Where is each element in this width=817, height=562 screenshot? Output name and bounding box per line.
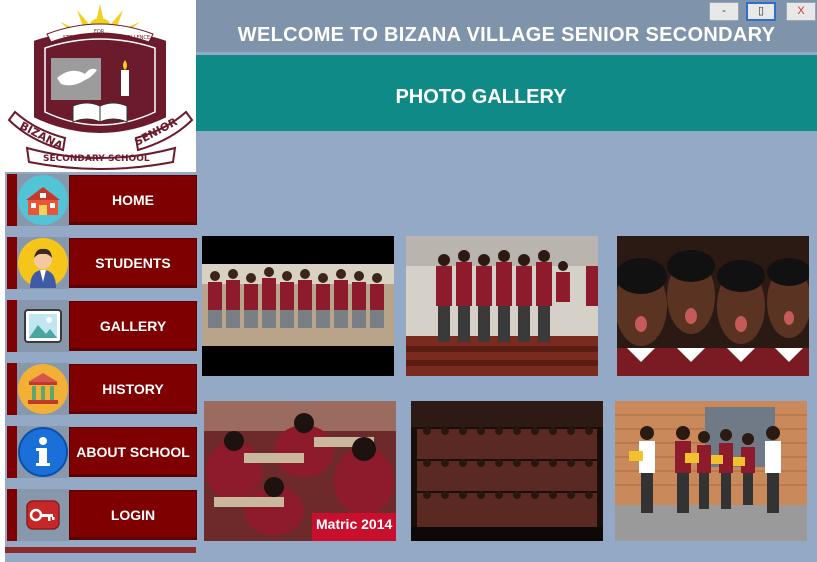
logo-motto-mid: FOR [94, 29, 105, 35]
nav-item-students[interactable]: STUDENTS [7, 237, 197, 289]
nav-icon-frame [17, 426, 69, 478]
nav-home-button[interactable]: HOME [69, 175, 197, 225]
photo-caption: Matric 2014 [316, 516, 393, 532]
nav-edge [7, 237, 17, 289]
nav-gallery-button[interactable]: GALLERY [69, 301, 197, 351]
close-button[interactable]: X [786, 2, 816, 21]
title-bar: WELCOME TO BIZANA VILLAGE SENIOR SECONDA… [196, 0, 817, 52]
school-logo: STRIVE FOR EXCELLENCE BIZANA SENIOR SECO… [5, 0, 196, 172]
key-icon [18, 490, 68, 540]
students-with-awards-photo[interactable] [615, 401, 807, 541]
nav-icon-frame [17, 489, 69, 541]
girls-singing-photo[interactable] [617, 236, 809, 376]
app-window: WELCOME TO BIZANA VILLAGE SENIOR SECONDA… [5, 0, 817, 562]
choir-on-stage-photo[interactable] [406, 236, 598, 376]
museum-icon [18, 364, 68, 414]
students-dancing-photo[interactable] [202, 236, 394, 376]
nav-students-button[interactable]: STUDENTS [69, 238, 197, 288]
nav-login-button[interactable]: LOGIN [69, 490, 197, 540]
nav-edge [7, 426, 17, 478]
large-choir-photo[interactable] [411, 401, 603, 541]
minimize-button[interactable]: - [709, 2, 739, 21]
image-icon [18, 301, 68, 351]
app-title: WELCOME TO BIZANA VILLAGE SENIOR SECONDA… [237, 24, 776, 46]
logo-bottom-text: SECONDARY SCHOOL [43, 154, 150, 164]
nav-item-about-school[interactable]: ABOUT SCHOOL [7, 426, 197, 478]
nav-history-button[interactable]: HISTORY [69, 364, 197, 414]
maximize-button[interactable]: ▯ [746, 2, 776, 21]
nav-edge [7, 489, 17, 541]
nav-icon-frame [17, 237, 69, 289]
nav-edge [7, 174, 17, 226]
logo-motto-right: EXCELLENCE [118, 35, 150, 41]
students-writing-exam-photo[interactable]: Matric 2014 [204, 401, 396, 541]
page-header: PHOTO GALLERY [196, 55, 817, 131]
page-title: PHOTO GALLERY [395, 86, 567, 108]
nav-icon-frame [17, 300, 69, 352]
nav-item-gallery[interactable]: GALLERY [7, 300, 197, 352]
school-crest-icon: STRIVE FOR EXCELLENCE BIZANA SENIOR SECO… [7, 4, 194, 170]
nav-item-login[interactable]: LOGIN [7, 489, 197, 541]
nav-icon-frame [17, 174, 69, 226]
student-icon [18, 238, 68, 288]
info-icon [18, 427, 68, 477]
logo-motto-left: STRIVE [63, 35, 81, 41]
nav-edge [7, 300, 17, 352]
nav-item-history[interactable]: HISTORY [7, 363, 197, 415]
nav-bottom-bar [5, 547, 196, 553]
nav-edge [7, 363, 17, 415]
nav-item-home[interactable]: HOME [7, 174, 197, 226]
nav-icon-frame [17, 363, 69, 415]
school-icon [18, 175, 68, 225]
nav-about-school-button[interactable]: ABOUT SCHOOL [69, 427, 197, 477]
